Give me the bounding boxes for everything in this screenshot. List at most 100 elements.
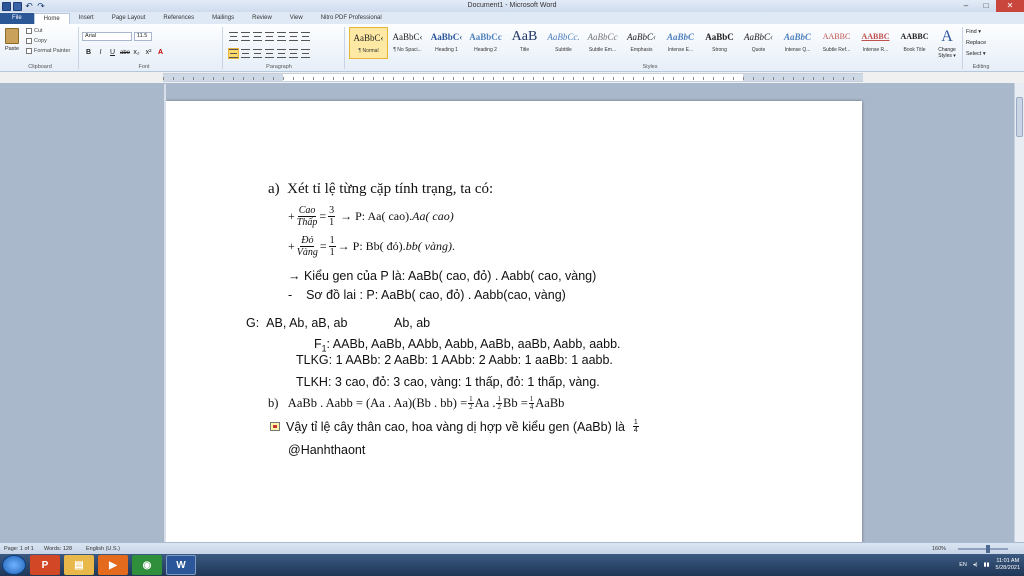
clipboard-group-label: Clipboard [28, 64, 52, 70]
borders-icon[interactable] [301, 49, 310, 58]
copy-button[interactable]: Copy [26, 38, 47, 44]
divider [344, 27, 345, 69]
change-styles-button[interactable]: A Change Styles ▾ [935, 27, 959, 59]
format-painter-button[interactable]: Format Painter [26, 48, 70, 54]
language-indicator[interactable]: English (U.S.) [86, 546, 120, 552]
undo-icon[interactable]: ↶ [24, 1, 34, 11]
zoom-slider[interactable] [958, 545, 1008, 553]
subscript-button[interactable]: x₂ [132, 48, 141, 58]
find-button[interactable]: Find ▾ [966, 27, 986, 38]
tab-page-layout[interactable]: Page Layout [103, 13, 155, 24]
sort-icon[interactable] [289, 32, 298, 41]
start-button[interactable] [2, 555, 26, 575]
font-size-select[interactable]: 11.5 [134, 32, 152, 41]
chrome-icon[interactable]: ◉ [132, 555, 162, 575]
select-button[interactable]: Select ▾ [966, 49, 986, 60]
style-sample: AaBbC‹ [744, 32, 773, 42]
style-intense-reference[interactable]: AABBC Intense R... [856, 27, 895, 59]
style-intense-quote[interactable]: AaBbC Intense Q... [778, 27, 817, 59]
media-player-icon[interactable]: ▶ [98, 555, 128, 575]
tlkg-line: TLKG: 1 AABb: 2 AaBb: 1 AAbb: 2 Aabb: 1 … [296, 353, 613, 367]
powerpoint-icon[interactable]: P [30, 555, 60, 575]
redo-icon[interactable]: ↷ [36, 1, 46, 11]
tab-references[interactable]: References [154, 13, 203, 24]
style-name: Subtitle [555, 47, 572, 53]
system-tray: EN ◂) ▮▮ 11:01 AM 5/28/2021 [959, 554, 1020, 576]
paste-button[interactable]: Paste [4, 28, 20, 58]
multilevel-list-icon[interactable] [253, 32, 262, 41]
word-count[interactable]: Words: 128 [44, 546, 72, 552]
scrollbar-thumb[interactable] [1016, 97, 1023, 137]
volume-icon[interactable]: ◂) [973, 562, 978, 568]
tab-home[interactable]: Home [33, 13, 70, 24]
tab-review[interactable]: Review [243, 13, 281, 24]
numbering-icon[interactable] [241, 32, 250, 41]
style-title[interactable]: AaB Title [505, 27, 544, 59]
equals-sign: = [319, 209, 327, 223]
style-name: Title [519, 47, 530, 53]
font-name-select[interactable]: Arial [82, 32, 132, 41]
horizontal-ruler[interactable] [163, 73, 863, 82]
pilcrow-icon[interactable] [301, 32, 310, 41]
system-clock[interactable]: 11:01 AM 5/28/2021 [996, 558, 1020, 572]
increase-indent-icon[interactable] [277, 32, 286, 41]
language-tray[interactable]: EN [959, 562, 967, 568]
zoom-level[interactable]: 160% [932, 546, 946, 552]
cut-button[interactable]: Cut [26, 28, 43, 34]
style-strong[interactable]: AaBbC Strong [700, 27, 739, 59]
fraction-numerator: Đỏ [300, 235, 315, 247]
strikethrough-button[interactable]: abe [120, 48, 130, 58]
style-subtle-emphasis[interactable]: AaBbCc Subtle Em... [583, 27, 622, 59]
style-heading-1[interactable]: AaBbC‹ Heading 1 [427, 27, 466, 59]
style-emphasis[interactable]: AaBbC‹ Emphasis [622, 27, 661, 59]
conclusion-line: Vậy tỉ lệ cây thân cao, hoa vàng dị hợp … [270, 419, 640, 434]
style-quote[interactable]: AaBbC‹ Quote [739, 27, 778, 59]
style-sample: AaBbC [705, 32, 734, 42]
zoom-slider-knob[interactable] [986, 545, 990, 553]
align-left-icon[interactable] [228, 48, 239, 59]
italic-button[interactable]: I [96, 48, 105, 58]
close-button[interactable]: ✕ [996, 0, 1024, 12]
line-spacing-icon[interactable] [277, 49, 286, 58]
justify-icon[interactable] [265, 49, 274, 58]
style-intense-emphasis[interactable]: AaBbC Intense E... [661, 27, 700, 59]
style-normal[interactable]: AaBbC‹ ¶ Normal [349, 27, 388, 59]
style-heading-2[interactable]: AaBbCc Heading 2 [466, 27, 505, 59]
style-name: Heading 2 [474, 47, 497, 53]
shading-icon[interactable] [289, 49, 298, 58]
item-b-result: AaBb [535, 396, 565, 410]
word-app-icon[interactable] [2, 1, 11, 11]
comment-marker-icon[interactable] [270, 422, 280, 431]
bold-button[interactable]: B [84, 48, 93, 58]
fraction-quarter: 14 [632, 419, 639, 434]
vertical-scrollbar[interactable] [1014, 83, 1024, 542]
tab-view[interactable]: View [281, 13, 312, 24]
replace-button[interactable]: Replace [966, 38, 986, 49]
underline-button[interactable]: U [108, 48, 117, 58]
save-icon[interactable] [13, 1, 22, 11]
style-subtitle[interactable]: AaBbCc. Subtitle [544, 27, 583, 59]
word-taskbar-icon[interactable]: W [166, 555, 196, 575]
page-count[interactable]: Page: 1 of 1 [4, 546, 34, 552]
minimize-button[interactable]: – [956, 0, 976, 12]
font-group-label: Font [138, 64, 150, 70]
maximize-button[interactable]: □ [976, 0, 996, 12]
bullets-icon[interactable] [229, 32, 238, 41]
superscript-button[interactable]: x² [144, 48, 153, 58]
font-color-icon[interactable]: A [156, 48, 165, 58]
tab-nitro-pdf[interactable]: Nitro PDF Professional [312, 13, 391, 24]
divider [222, 27, 223, 69]
style-no-spacing[interactable]: AaBbC‹ ¶ No Spaci... [388, 27, 427, 59]
document-page[interactable]: a) Xét tỉ lệ từng cặp tính trạng, ta có:… [166, 101, 862, 542]
vertical-ruler[interactable] [164, 84, 166, 542]
tab-mailings[interactable]: Mailings [203, 13, 243, 24]
style-book-title[interactable]: AABBC Book Title [895, 27, 934, 59]
explorer-icon[interactable]: ▤ [64, 555, 94, 575]
tab-file[interactable]: File [0, 13, 34, 24]
align-right-icon[interactable] [253, 49, 262, 58]
network-icon[interactable]: ▮▮ [983, 562, 989, 568]
align-center-icon[interactable] [241, 49, 250, 58]
decrease-indent-icon[interactable] [265, 32, 274, 41]
style-subtle-reference[interactable]: AABBC Subtle Ref... [817, 27, 856, 59]
tab-insert[interactable]: Insert [70, 13, 103, 24]
